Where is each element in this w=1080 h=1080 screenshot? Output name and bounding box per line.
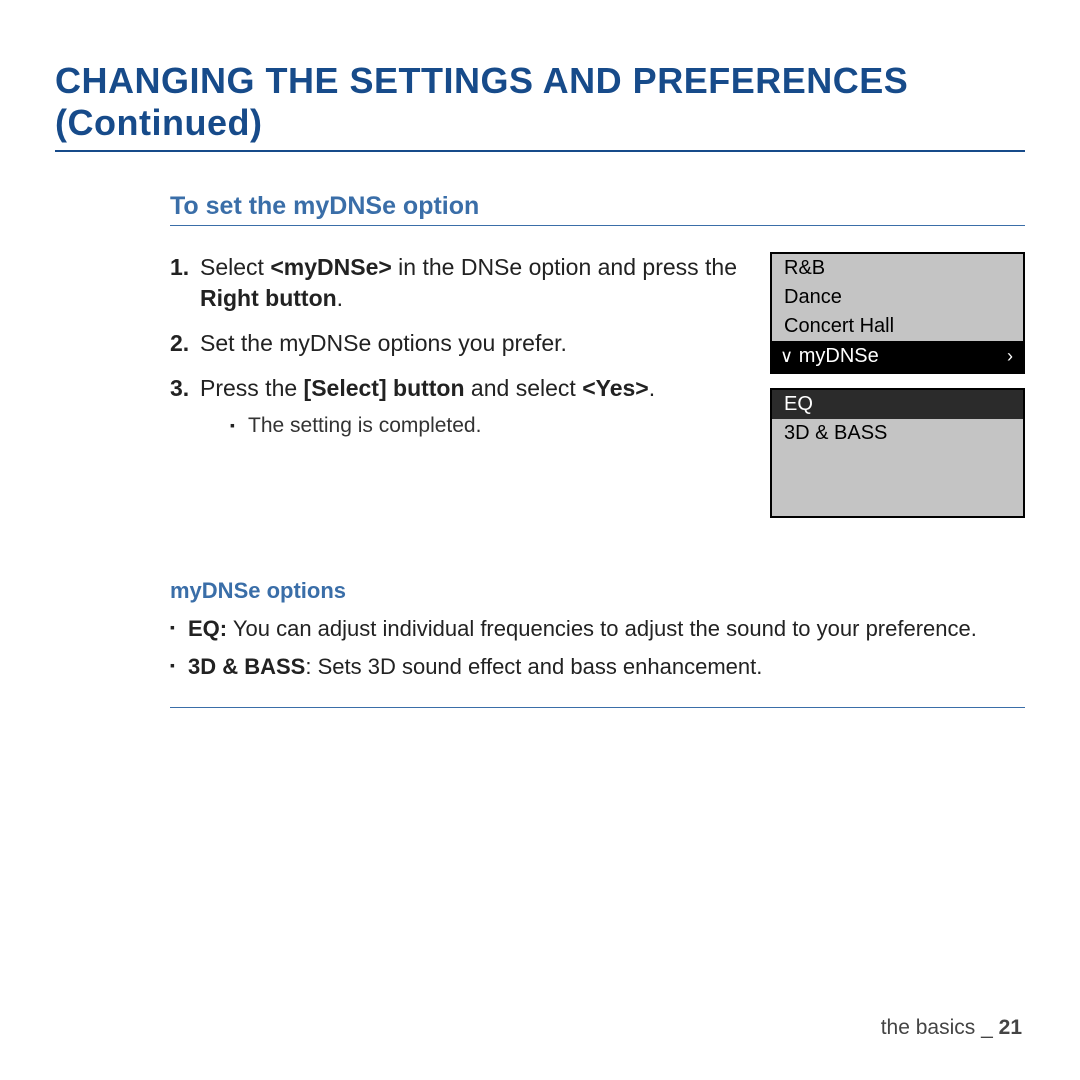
list-item: 3D & BASS xyxy=(772,419,1023,448)
check-icon: ∨ xyxy=(780,346,793,366)
option-eq: EQ: You can adjust individual frequencie… xyxy=(170,614,1025,644)
list-item: R&B xyxy=(772,254,1023,283)
list-header-selected: EQ xyxy=(772,390,1023,419)
step-2: Set the myDNSe options you prefer. xyxy=(170,328,740,359)
list-item-label: myDNSe xyxy=(799,345,879,367)
step-1: Select <myDNSe> in the DNSe option and p… xyxy=(170,252,740,314)
device-screen-dnse-list: R&B Dance Concert Hall ∨ myDNSe › xyxy=(770,252,1025,374)
page-title: CHANGING THE SETTINGS AND PREFERENCES (C… xyxy=(55,60,1025,152)
list-item-selected: ∨ myDNSe › xyxy=(772,341,1023,372)
list-item: Concert Hall xyxy=(772,312,1023,341)
option-label: EQ: xyxy=(188,616,227,641)
device-screens: R&B Dance Concert Hall ∨ myDNSe › EQ 3D … xyxy=(770,252,1025,518)
footer-section: the basics xyxy=(881,1016,976,1039)
steps-column: Select <myDNSe> in the DNSe option and p… xyxy=(170,252,740,518)
section: To set the myDNSe option Select <myDNSe>… xyxy=(55,192,1025,708)
text: and select xyxy=(465,375,583,401)
options-heading: myDNSe options xyxy=(170,578,1025,604)
device-screen-mydnse-options: EQ 3D & BASS xyxy=(770,388,1025,518)
text: . xyxy=(649,375,655,401)
footer-page-number: 21 xyxy=(999,1016,1022,1039)
step-3-note: The setting is completed. xyxy=(230,412,740,440)
bold-text: <myDNSe> xyxy=(270,254,391,280)
text: Press the xyxy=(200,375,304,401)
bold-text: [Select] button xyxy=(304,375,465,401)
section-heading: To set the myDNSe option xyxy=(170,192,1025,226)
text: . xyxy=(337,285,343,311)
page-footer: the basics _ 21 xyxy=(881,1016,1022,1040)
option-text: : Sets 3D sound effect and bass enhancem… xyxy=(305,654,762,679)
option-text: You can adjust individual frequencies to… xyxy=(227,616,977,641)
options-list: EQ: You can adjust individual frequencie… xyxy=(170,614,1025,708)
option-3d-bass: 3D & BASS: Sets 3D sound effect and bass… xyxy=(170,652,1025,682)
list-item: Dance xyxy=(772,283,1023,312)
footer-sep: _ xyxy=(975,1016,998,1039)
chevron-right-icon: › xyxy=(1007,346,1013,367)
bold-text: Right button xyxy=(200,285,337,311)
option-label: 3D & BASS xyxy=(188,654,305,679)
step-3: Press the [Select] button and select <Ye… xyxy=(170,373,740,440)
bold-text: <Yes> xyxy=(582,375,649,401)
text: in the DNSe option and press the xyxy=(392,254,737,280)
text: Select xyxy=(200,254,270,280)
